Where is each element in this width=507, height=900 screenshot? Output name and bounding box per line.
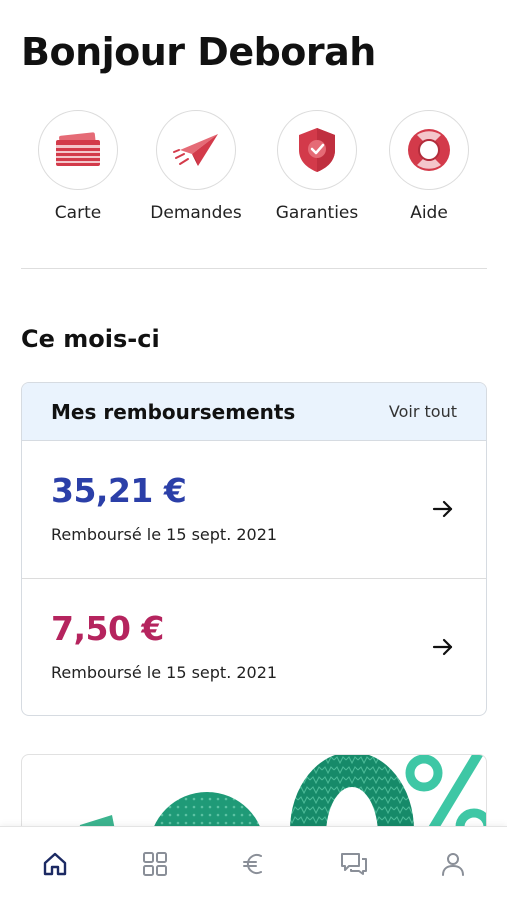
- page-title: Bonjour Deborah: [21, 30, 376, 74]
- shortcut-requests-label: Demandes: [150, 203, 242, 223]
- chat-icon: [341, 853, 367, 875]
- arrow-right-icon[interactable]: [432, 499, 454, 519]
- shortcut-requests-circle: [156, 110, 236, 190]
- shortcut-guarantees-circle: [277, 110, 357, 190]
- paper-plane-icon: [173, 134, 218, 166]
- arrow-right-icon[interactable]: [432, 637, 454, 657]
- profile-icon: [442, 853, 464, 876]
- shortcut-help-label: Aide: [410, 203, 448, 223]
- reimbursements-card-header: Mes remboursements Voir tout: [22, 383, 486, 441]
- reimbursement-date: Remboursé le 15 sept. 2021: [51, 663, 278, 682]
- reimbursements-card: Mes remboursements Voir tout 35,21 € Rem…: [21, 382, 487, 716]
- card-icon: [56, 132, 100, 166]
- divider: [21, 268, 487, 269]
- reimbursement-amount: 35,21 €: [51, 471, 187, 510]
- reimbursements-title: Mes remboursements: [51, 399, 296, 424]
- lifebuoy-icon: [408, 129, 450, 171]
- grid-icon: [143, 852, 167, 876]
- shortcut-card[interactable]: Carte: [18, 110, 138, 223]
- shield-check-icon: [299, 128, 335, 172]
- nav-home[interactable]: [40, 849, 70, 879]
- reimbursement-row[interactable]: 35,21 € Remboursé le 15 sept. 2021: [22, 441, 486, 579]
- shortcut-help[interactable]: Aide: [369, 110, 489, 223]
- shortcut-card-circle: [38, 110, 118, 190]
- reimbursement-amount: 7,50 €: [51, 609, 164, 648]
- bottom-nav: [0, 826, 507, 900]
- shortcut-help-circle: [389, 110, 469, 190]
- shortcut-bar: Carte Demandes Garanties Aide: [0, 110, 507, 240]
- shortcut-guarantees[interactable]: Garanties: [257, 110, 377, 223]
- nav-services[interactable]: [140, 849, 170, 879]
- shortcut-card-label: Carte: [54, 203, 102, 223]
- shortcut-guarantees-label: Garanties: [275, 203, 359, 223]
- see-all-link[interactable]: Voir tout: [389, 402, 457, 421]
- shortcut-requests[interactable]: Demandes: [136, 110, 256, 223]
- euro-icon: [243, 854, 262, 874]
- reimbursement-date: Remboursé le 15 sept. 2021: [51, 525, 278, 544]
- nav-messages[interactable]: [339, 849, 369, 879]
- nav-profile[interactable]: [438, 849, 468, 879]
- section-title: Ce mois-ci: [21, 325, 160, 353]
- nav-payments[interactable]: [239, 849, 269, 879]
- home-icon: [43, 852, 67, 876]
- reimbursement-row[interactable]: 7,50 € Remboursé le 15 sept. 2021: [22, 579, 486, 715]
